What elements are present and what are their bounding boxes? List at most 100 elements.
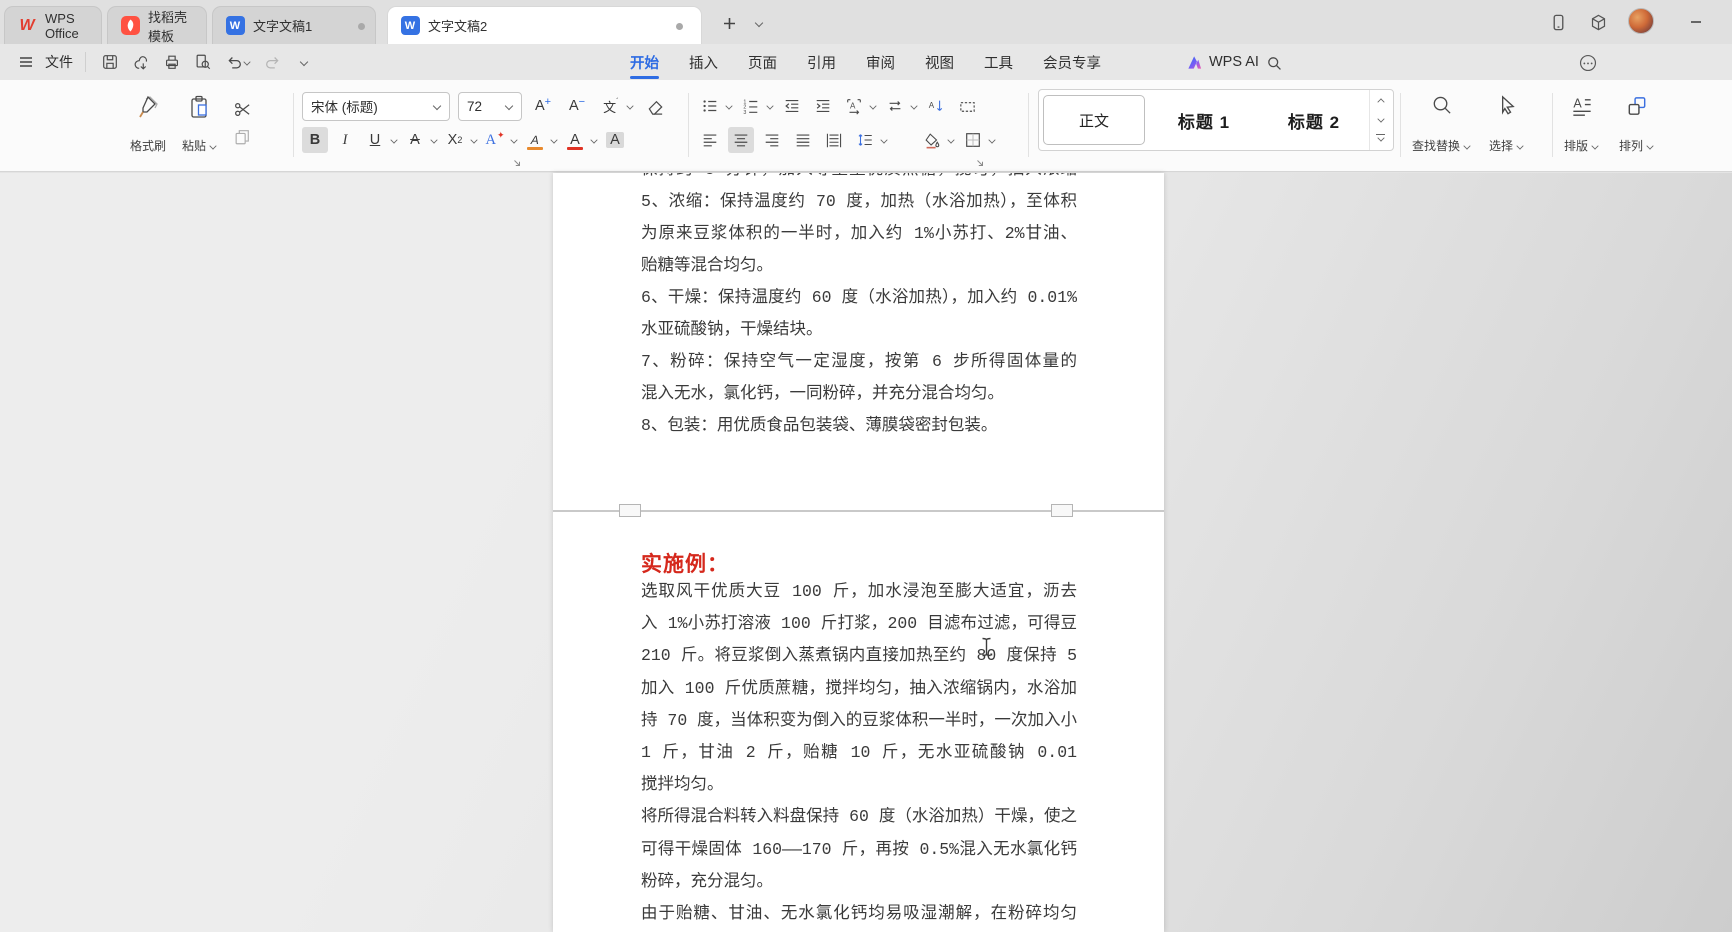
highlight-button[interactable]: A xyxy=(522,127,558,153)
cut-button[interactable] xyxy=(229,96,255,122)
tab-document-2-active[interactable]: W 文字文稿2 xyxy=(387,6,702,44)
bold-button[interactable]: B xyxy=(302,127,328,153)
tab-list-dropdown[interactable] xyxy=(748,12,770,34)
export-pdf-button[interactable] xyxy=(129,50,153,74)
gallery-up-icon[interactable] xyxy=(1377,99,1384,104)
page-break-handle-right[interactable] xyxy=(1051,504,1073,517)
chevron-down-icon xyxy=(1647,143,1654,148)
align-left-button[interactable] xyxy=(697,127,723,153)
font-name-select[interactable]: 宋体 (标题) xyxy=(302,92,450,121)
file-menu[interactable]: 文件 xyxy=(45,52,73,72)
align-right-button[interactable] xyxy=(759,127,785,153)
more-options-icon xyxy=(1578,53,1598,73)
shading-button[interactable] xyxy=(919,127,955,153)
new-tab-button[interactable] xyxy=(718,12,740,34)
shrink-font-button[interactable]: A− xyxy=(564,93,590,119)
chevron-down-icon xyxy=(433,103,441,109)
clear-format-button[interactable] xyxy=(642,93,668,119)
menu-item-home[interactable]: 开始 xyxy=(628,44,661,80)
font-color-button[interactable]: A xyxy=(562,127,598,153)
save-button[interactable] xyxy=(98,50,122,74)
underline-button[interactable]: U xyxy=(362,127,398,153)
paragraph-group-launcher-icon[interactable] xyxy=(976,159,985,168)
copy-button[interactable] xyxy=(229,124,255,150)
align-center-icon xyxy=(732,131,750,149)
doc-line: 粉碎，充分混匀。 xyxy=(641,866,1077,898)
typeset-button[interactable]: A 排版 xyxy=(1560,90,1603,156)
wps-ai-button[interactable]: WPS AI xyxy=(1186,44,1259,80)
undo-button[interactable] xyxy=(222,50,254,74)
paste-button[interactable]: 粘贴 xyxy=(178,90,221,156)
tab-docer-templates[interactable]: 找稻壳模板 xyxy=(107,6,207,44)
select-button[interactable]: 选择 xyxy=(1485,90,1528,156)
doc-line: 8、包装：用优质食品包装袋、薄膜袋密封包装。 xyxy=(641,410,1077,442)
phonetic-guide-button[interactable]: 文´ xyxy=(598,93,634,119)
arrange-button[interactable]: 排列 xyxy=(1615,90,1658,156)
style-normal[interactable]: 正文 xyxy=(1039,90,1149,150)
doc-line: 6、干燥：保持温度约 60 度（水浴加热），加入约 0.01%无 xyxy=(641,282,1077,314)
format-painter-button[interactable]: 格式刷 xyxy=(126,90,170,156)
find-replace-button[interactable]: 查找替换 xyxy=(1408,90,1475,156)
menu-item-insert[interactable]: 插入 xyxy=(687,44,720,80)
wps-ai-label: WPS AI xyxy=(1209,54,1259,70)
gallery-down-icon[interactable] xyxy=(1377,117,1384,122)
collaboration-more-button[interactable] xyxy=(1576,51,1600,75)
align-center-button[interactable] xyxy=(728,127,754,153)
wps-logo-icon: W xyxy=(17,16,37,36)
grow-font-button[interactable]: A+ xyxy=(530,93,556,119)
text-effect-button[interactable]: A✦ xyxy=(482,127,518,153)
text-direction-button[interactable]: A xyxy=(841,93,877,119)
char-spacing-button[interactable] xyxy=(882,93,918,119)
style-heading-1[interactable]: 标题 1 xyxy=(1149,90,1259,150)
format-painter-icon xyxy=(136,94,160,120)
chevron-down-icon xyxy=(511,137,518,142)
superscript-button[interactable]: X2 xyxy=(442,127,478,153)
search-button[interactable] xyxy=(1262,51,1286,75)
borders-button[interactable] xyxy=(960,127,996,153)
justify-button[interactable] xyxy=(790,127,816,153)
doc-line: 7、粉碎：保持空气一定湿度，按第 6 步所得固体量的 0.5% xyxy=(641,346,1077,378)
char-shading-button[interactable]: A xyxy=(602,127,628,153)
menu-item-page[interactable]: 页面 xyxy=(746,44,779,80)
line-spacing-button[interactable] xyxy=(852,127,888,153)
menu-item-member[interactable]: 会员专享 xyxy=(1041,44,1103,80)
print-button[interactable] xyxy=(160,50,184,74)
show-marks-button[interactable] xyxy=(954,93,980,119)
print-preview-button[interactable] xyxy=(191,50,215,74)
format-painter-label: 格式刷 xyxy=(130,137,166,154)
distribute-button[interactable] xyxy=(821,127,847,153)
main-menu-button[interactable] xyxy=(14,50,38,74)
strikethrough-button[interactable]: A xyxy=(402,127,438,153)
menu-item-review[interactable]: 审阅 xyxy=(864,44,897,80)
style-normal-box: 正文 xyxy=(1043,95,1145,145)
menu-item-view[interactable]: 视图 xyxy=(923,44,956,80)
document-page[interactable]: 保持约 5 分钟，加入等重量优质焦糖，搅匀，抽入浓缩锅。 5、浓缩：保持温度约 … xyxy=(553,173,1164,932)
font-size-select[interactable]: 72 xyxy=(458,92,522,121)
gallery-more-icon[interactable] xyxy=(1376,134,1385,141)
line-spacing-icon xyxy=(856,131,874,149)
sort-button[interactable]: A xyxy=(923,93,949,119)
numbered-list-button[interactable]: 123 xyxy=(738,93,774,119)
redo-button-disabled[interactable] xyxy=(261,50,285,74)
outdent-icon xyxy=(783,97,801,115)
decrease-indent-button[interactable] xyxy=(779,93,805,119)
page-break-handle-left[interactable] xyxy=(619,504,641,517)
indent-icon xyxy=(814,97,832,115)
menu-item-reference[interactable]: 引用 xyxy=(805,44,838,80)
bullet-list-button[interactable] xyxy=(697,93,733,119)
increase-indent-button[interactable] xyxy=(810,93,836,119)
tab-label: 文字文稿2 xyxy=(428,16,487,35)
italic-button[interactable]: I xyxy=(332,127,358,153)
menu-bar: 文件 开始 插入 页面 引用 审阅 视图 工具 会员专享 xyxy=(0,44,1732,80)
app-center-icon[interactable] xyxy=(1586,10,1610,34)
style-heading-2[interactable]: 标题 2 xyxy=(1259,90,1369,150)
quick-toolbar-dropdown[interactable] xyxy=(292,50,316,74)
tab-wps-home[interactable]: W WPS Office xyxy=(4,6,102,44)
minimize-button[interactable] xyxy=(1684,10,1708,34)
menu-item-tools[interactable]: 工具 xyxy=(982,44,1015,80)
mobile-device-icon[interactable] xyxy=(1546,10,1570,34)
user-avatar[interactable] xyxy=(1628,8,1654,34)
svg-text:A: A xyxy=(850,102,856,111)
tab-document-1[interactable]: W 文字文稿1 xyxy=(212,6,376,44)
font-group-launcher-icon[interactable] xyxy=(513,159,522,168)
